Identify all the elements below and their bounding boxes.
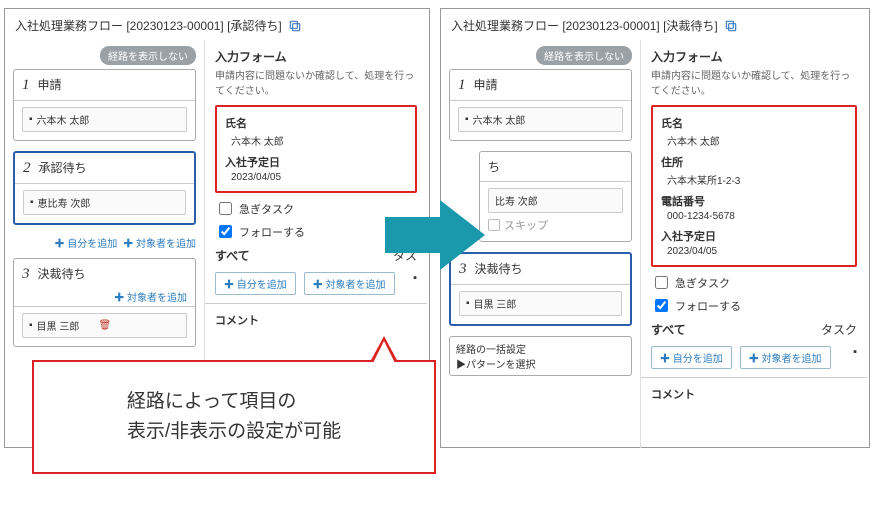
add-target-link[interactable]: ✚ 対象者を追加 bbox=[114, 289, 187, 304]
step-approve-wait-covered[interactable]: ち 比寿 次郎 スキップ bbox=[479, 151, 632, 242]
trash-icon[interactable]: 🗑 bbox=[98, 320, 111, 331]
person-chip[interactable]: ▪ 目黒 三郎 🗑 bbox=[22, 313, 187, 338]
field-label: 入社予定日 bbox=[661, 228, 847, 244]
batch-select[interactable]: ▶パターンを選択 bbox=[456, 356, 625, 371]
person-chip[interactable]: 比寿 次郎 bbox=[488, 188, 623, 213]
panel-after: 入社処理業務フロー [20230123-00001] [決裁待ち] 経路を表示し… bbox=[440, 8, 870, 448]
person-chip[interactable]: ▪ 目黒 三郎 bbox=[459, 291, 622, 316]
form-title: 入力フォーム bbox=[215, 48, 417, 65]
comment-label: コメント bbox=[651, 386, 857, 402]
field-value: 000-1234-5678 bbox=[661, 209, 847, 224]
person-chip[interactable]: ▪ 六本木 太郎 bbox=[458, 107, 623, 132]
form-subtitle: 申請内容に問題ないか確認して、処理を行ってください。 bbox=[651, 67, 857, 97]
comment-label: コメント bbox=[215, 312, 417, 328]
field-value: 六本木某所1-2-3 bbox=[661, 170, 847, 189]
field-label: 入社予定日 bbox=[225, 154, 407, 170]
step-number: 3 bbox=[22, 266, 30, 283]
tab-task[interactable]: タスク bbox=[821, 321, 857, 338]
batch-route-settings[interactable]: 経路の一括設定 ▶パターンを選択 bbox=[449, 336, 632, 376]
step-title: 申請 bbox=[38, 76, 62, 93]
add-self-button[interactable]: ✚ 自分を追加 bbox=[215, 272, 296, 295]
field-label: 氏名 bbox=[225, 115, 407, 131]
tab-all[interactable]: すべて bbox=[215, 247, 250, 264]
add-self-link[interactable]: ✚ 自分を追加 bbox=[54, 235, 117, 250]
person-chip[interactable]: ▪ 六本木 太郎 bbox=[22, 107, 187, 132]
hide-route-button[interactable]: 経路を表示しない bbox=[536, 46, 632, 65]
user-icon: ▪ bbox=[29, 114, 33, 125]
person-name: 六本木 太郎 bbox=[473, 112, 526, 127]
person-name: 六本木 太郎 bbox=[37, 112, 90, 127]
step-title: 承認待ち bbox=[39, 159, 87, 176]
step-number: 2 bbox=[23, 160, 31, 177]
field-value: 2023/04/05 bbox=[661, 244, 847, 259]
add-target-button[interactable]: ✚ 対象者を追加 bbox=[304, 272, 395, 295]
add-target-link[interactable]: ✚ 対象者を追加 bbox=[123, 235, 196, 250]
person-name: 恵比寿 次郎 bbox=[38, 195, 91, 210]
field-label: 氏名 bbox=[661, 115, 847, 131]
skip-option[interactable]: スキップ bbox=[488, 217, 623, 233]
form-fields-highlighted: 氏名 六本木 太郎 住所 六本木某所1-2-3 電話番号 000-1234-56… bbox=[651, 105, 857, 267]
step-title: 決裁待ち bbox=[38, 265, 86, 282]
person-chip[interactable]: ▪ 恵比寿 次郎 bbox=[23, 190, 186, 215]
step-decision-wait[interactable]: 3 決裁待ち ✚ 対象者を追加 ▪ 目黒 三郎 🗑 bbox=[13, 258, 196, 347]
step-title: 申請 bbox=[474, 76, 498, 93]
person-name: 比寿 次郎 bbox=[495, 193, 538, 208]
field-value: 六本木 太郎 bbox=[661, 131, 847, 150]
tab-all[interactable]: すべて bbox=[651, 321, 686, 338]
user-icon: ▪ bbox=[413, 272, 417, 295]
user-icon: ▪ bbox=[466, 298, 470, 309]
user-icon: ▪ bbox=[465, 114, 469, 125]
callout-box: 経路によって項目の 表示/非表示の設定が可能 bbox=[32, 360, 436, 474]
arrow-icon bbox=[385, 195, 485, 275]
step-approve-wait[interactable]: 2 承認待ち ▪ 恵比寿 次郎 bbox=[13, 151, 196, 225]
callout-tail bbox=[373, 341, 395, 363]
field-value: 六本木 太郎 bbox=[225, 131, 407, 150]
batch-label: 経路の一括設定 bbox=[456, 341, 625, 356]
copy-icon[interactable] bbox=[288, 19, 302, 33]
step-number: 1 bbox=[458, 77, 466, 94]
form-title: 入力フォーム bbox=[651, 48, 857, 65]
hide-route-button[interactable]: 経路を表示しない bbox=[100, 46, 196, 65]
field-label: 電話番号 bbox=[661, 193, 847, 209]
user-icon: ▪ bbox=[853, 346, 857, 369]
user-icon: ▪ bbox=[29, 320, 33, 331]
page-title: 入社処理業務フロー [20230123-00001] [決裁待ち] bbox=[451, 17, 718, 34]
callout-text: 経路によって項目の 表示/非表示の設定が可能 bbox=[127, 387, 341, 448]
add-target-button[interactable]: ✚ 対象者を追加 bbox=[740, 346, 831, 369]
follow-checkbox[interactable]: フォローする bbox=[651, 296, 857, 315]
add-self-button[interactable]: ✚ 自分を追加 bbox=[651, 346, 732, 369]
form-fields-highlighted: 氏名 六本木 太郎 入社予定日 2023/04/05 bbox=[215, 105, 417, 193]
person-name: 目黒 三郎 bbox=[474, 296, 517, 311]
form-subtitle: 申請内容に問題ないか確認して、処理を行ってください。 bbox=[215, 67, 417, 97]
field-label: 住所 bbox=[661, 154, 847, 170]
field-value: 2023/04/05 bbox=[225, 170, 407, 185]
step-title: ち bbox=[488, 158, 500, 175]
step-number: 1 bbox=[22, 77, 30, 94]
page-title: 入社処理業務フロー [20230123-00001] [承認待ち] bbox=[15, 17, 282, 34]
person-name: 目黒 三郎 bbox=[37, 318, 80, 333]
urgent-checkbox[interactable]: 急ぎタスク bbox=[651, 273, 857, 292]
step-apply[interactable]: 1 申請 ▪ 六本木 太郎 bbox=[13, 69, 196, 141]
step-apply[interactable]: 1 申請 ▪ 六本木 太郎 bbox=[449, 69, 632, 141]
user-icon: ▪ bbox=[30, 197, 34, 208]
copy-icon[interactable] bbox=[724, 19, 738, 33]
